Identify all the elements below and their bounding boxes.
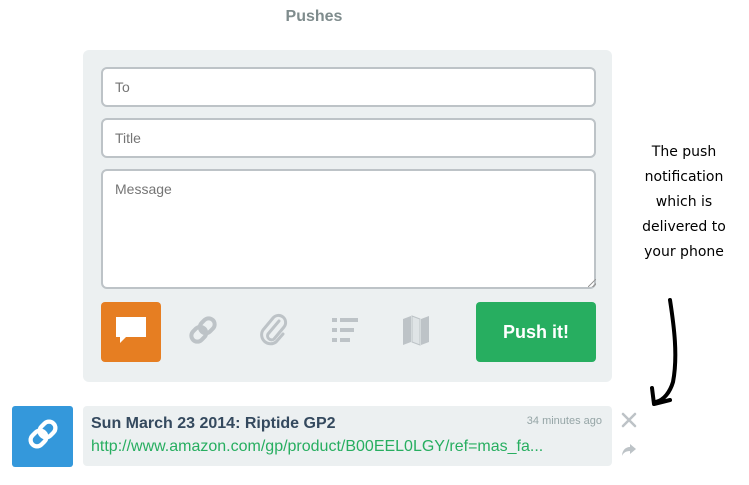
message-input[interactable] (101, 169, 596, 289)
page-title: Pushes (285, 8, 343, 25)
share-arrow-icon (621, 444, 637, 461)
paperclip-icon (259, 313, 289, 352)
list-type-button[interactable] (315, 302, 375, 362)
push-button[interactable]: Push it! (476, 302, 596, 362)
annotation-line: notification (644, 169, 724, 185)
resize-grip[interactable] (588, 279, 596, 287)
title-input[interactable] (101, 118, 596, 158)
annotation-line: which is (655, 194, 713, 210)
link-icon (26, 417, 60, 456)
push-type-badge (12, 406, 73, 467)
address-type-button[interactable] (386, 302, 446, 362)
map-icon (400, 314, 432, 351)
note-icon (114, 315, 148, 350)
dismiss-button[interactable] (621, 412, 637, 433)
push-item-timestamp: 34 minutes ago (526, 415, 602, 427)
annotation-line: your phone (644, 244, 724, 260)
to-input[interactable] (101, 67, 596, 107)
annotation-arrow (650, 298, 678, 406)
note-type-button[interactable] (101, 302, 161, 362)
push-item[interactable]: Sun March 23 2014: Riptide GP2 34 minute… (83, 406, 612, 466)
annotation-line: The push (651, 144, 717, 160)
link-type-button[interactable] (173, 302, 233, 362)
annotation-text: The push notification which is delivered… (622, 140, 746, 265)
list-icon (330, 316, 360, 349)
close-icon (621, 412, 637, 432)
share-button[interactable] (621, 443, 637, 462)
file-type-button[interactable] (244, 302, 304, 362)
link-icon (187, 314, 219, 351)
push-item-link[interactable]: http://www.amazon.com/gp/product/B00EEL0… (91, 438, 603, 456)
push-item-title: Sun March 23 2014: Riptide GP2 (91, 415, 336, 432)
annotation-line: delivered to (642, 219, 726, 235)
push-composer: Push it! (83, 50, 612, 382)
